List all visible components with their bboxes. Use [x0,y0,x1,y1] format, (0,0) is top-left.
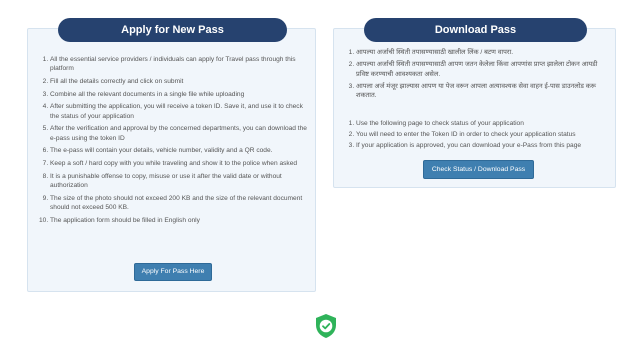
list-item: You will need to enter the Token ID in o… [356,130,612,139]
list-item: It is a punishable offense to copy, misu… [50,172,312,191]
list-item: After submitting the application, you wi… [50,102,312,121]
shield-check-icon [313,313,339,339]
list-item: आपल्या अर्जाची स्थिती तपासण्यासाठी आपण ज… [356,60,612,79]
apply-instructions-list: All the essential service providers / in… [28,55,312,228]
check-status-download-button[interactable]: Check Status / Download Pass [423,160,534,179]
list-item: आपल्या अर्जाची स्थिती तपासण्यासाठी खालील… [356,48,612,57]
apply-new-pass-panel: Apply for New Pass All the essential ser… [27,18,316,292]
list-item: Combine all the relevant documents in a … [50,90,312,99]
apply-new-pass-heading: Apply for New Pass [58,18,287,42]
list-item: Keep a soft / hard copy with you while t… [50,159,312,168]
list-item: The size of the photo should not exceed … [50,194,312,213]
download-pass-heading: Download Pass [364,18,587,42]
list-item: The e-pass will contain your details, ve… [50,146,312,155]
list-item: आपला अर्ज मंजूर झाल्यास आपण या पेज वरून … [356,82,612,101]
apply-for-pass-button[interactable]: Apply For Pass Here [134,263,212,281]
marathi-instructions-list: आपल्या अर्जाची स्थिती तपासण्यासाठी खालील… [334,48,612,103]
list-item: The application form should be filled in… [50,216,312,225]
list-item: After the verification and approval by t… [50,124,312,143]
list-item: Use the following page to check status o… [356,119,612,128]
english-instructions-list: Use the following page to check status o… [334,119,612,151]
list-item: Fill all the details correctly and click… [50,77,312,86]
download-pass-panel: Download Pass आपल्या अर्जाची स्थिती तपास… [333,18,616,188]
list-item: If your application is approved, you can… [356,141,612,150]
list-item: All the essential service providers / in… [50,55,312,74]
